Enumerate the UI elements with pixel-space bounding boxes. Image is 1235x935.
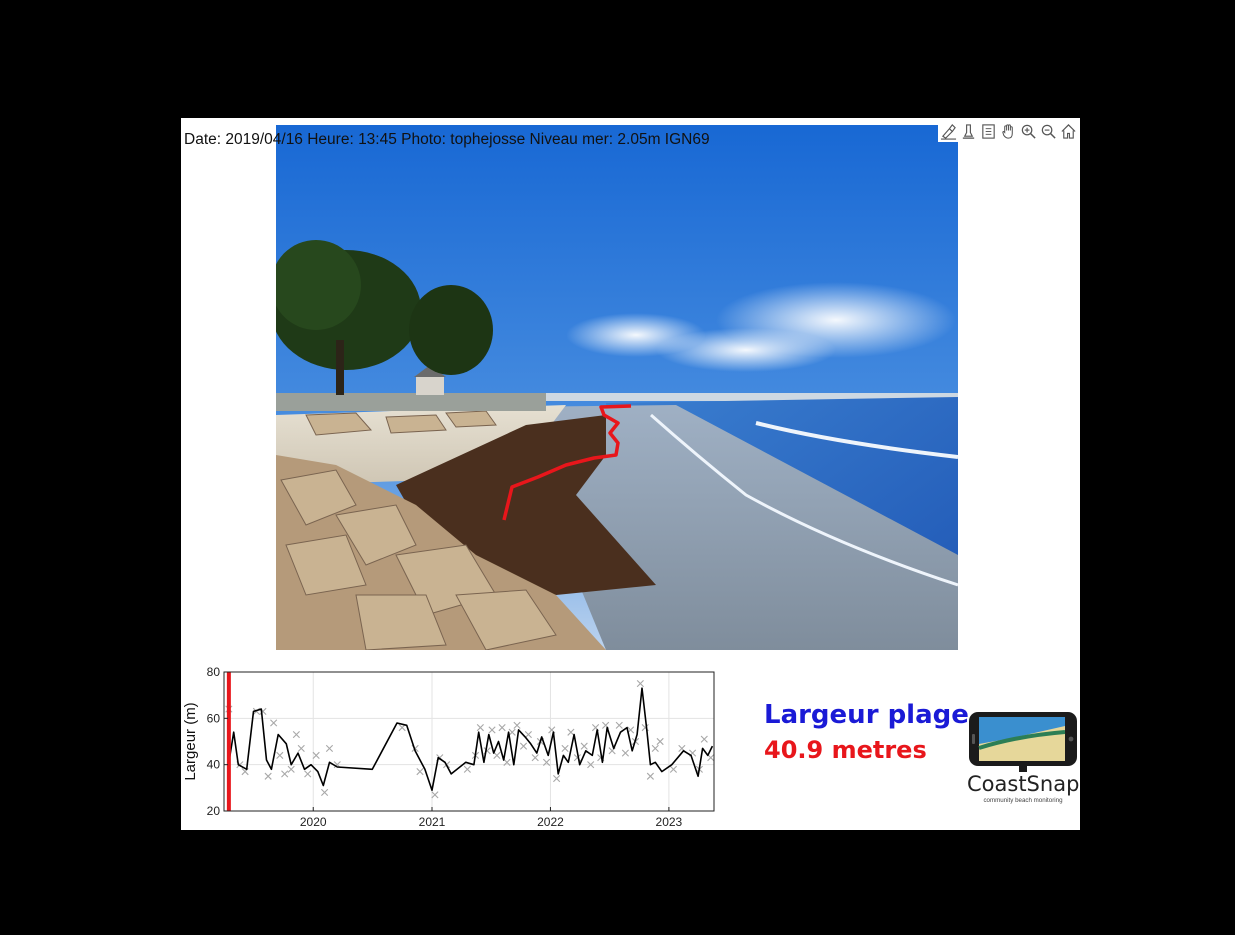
zoom-in-icon[interactable]	[1018, 120, 1038, 142]
data-point-marker	[646, 772, 654, 780]
logo-wordmark: CoastSnap	[967, 772, 1080, 796]
y-tick-label: 20	[207, 804, 221, 818]
data-point-marker	[580, 742, 588, 750]
data-point-marker	[321, 788, 329, 797]
data-point-marker	[621, 749, 629, 757]
data-point-marker	[561, 744, 569, 753]
data-point-marker	[312, 751, 320, 759]
home-icon[interactable]	[1058, 120, 1078, 142]
data-cursor-icon[interactable]	[958, 120, 978, 142]
chart-axes	[223, 671, 715, 812]
figure-window: Date: 2019/04/16 Heure: 13:45 Photo: top…	[181, 118, 1080, 830]
data-point-marker	[524, 730, 532, 739]
logo-tagline: community beach monitoring	[983, 797, 1063, 804]
data-point-marker	[531, 754, 539, 762]
x-tick-label: 2021	[419, 815, 446, 829]
data-point-marker	[615, 721, 623, 729]
x-tick-label: 2023	[656, 815, 683, 829]
data-point-marker	[292, 730, 300, 739]
data-point-marker	[700, 735, 708, 743]
data-point-marker	[431, 791, 439, 799]
data-point-marker	[264, 772, 272, 780]
zoom-out-icon[interactable]	[1038, 120, 1058, 142]
x-tick-label: 2020	[300, 815, 327, 829]
data-point-marker	[297, 744, 305, 753]
data-point-marker	[567, 728, 575, 736]
chart-ticks: 20 40 60 80 2020 2021 2022 2023	[207, 665, 683, 829]
x-tick-label: 2022	[537, 815, 564, 829]
figure-toolbar	[938, 120, 1078, 142]
data-point-marker	[669, 765, 678, 773]
data-point-marker	[476, 724, 484, 732]
data-point-marker	[493, 751, 501, 759]
data-point-marker	[553, 774, 561, 783]
beach-photo	[276, 125, 958, 650]
data-point-marker	[513, 721, 521, 729]
chart-ylabel: Largeur (m)	[182, 702, 199, 780]
series-line	[228, 687, 714, 791]
y-tick-label: 40	[207, 758, 221, 772]
data-point-marker	[325, 744, 334, 753]
data-point-marker	[508, 728, 516, 736]
data-point-marker	[276, 751, 284, 759]
beach-width-chart: 20 40 60 80 2020 2021 2022 2023 Largeur (m)	[182, 665, 715, 829]
photo-info-header: Date: 2019/04/16 Heure: 13:45 Photo: top…	[184, 131, 710, 148]
data-point-marker	[270, 719, 278, 727]
data-point-marker	[463, 765, 471, 773]
data-point-marker	[281, 770, 289, 778]
data-point-marker	[651, 744, 659, 753]
chart-grid	[224, 671, 714, 812]
phone-icon	[969, 712, 1077, 772]
data-point-marker	[304, 770, 312, 778]
data-point-marker	[488, 726, 496, 734]
data-point-marker	[416, 768, 424, 776]
beach-width-value: 40.9 metres	[764, 736, 927, 764]
data-point-marker	[287, 765, 295, 773]
pan-hand-icon[interactable]	[998, 120, 1018, 142]
brush-icon[interactable]	[938, 120, 958, 142]
data-point-marker	[636, 679, 644, 688]
y-tick-label: 60	[207, 711, 221, 725]
data-point-marker	[519, 742, 528, 750]
data-point-marker	[656, 737, 664, 746]
beach-width-title: Largeur plage	[764, 700, 969, 730]
data-point-marker	[498, 724, 506, 732]
coastsnap-logo: CoastSnap community beach monitoring	[967, 710, 1079, 812]
legend-icon[interactable]	[978, 120, 998, 142]
y-tick-label: 80	[207, 665, 221, 679]
